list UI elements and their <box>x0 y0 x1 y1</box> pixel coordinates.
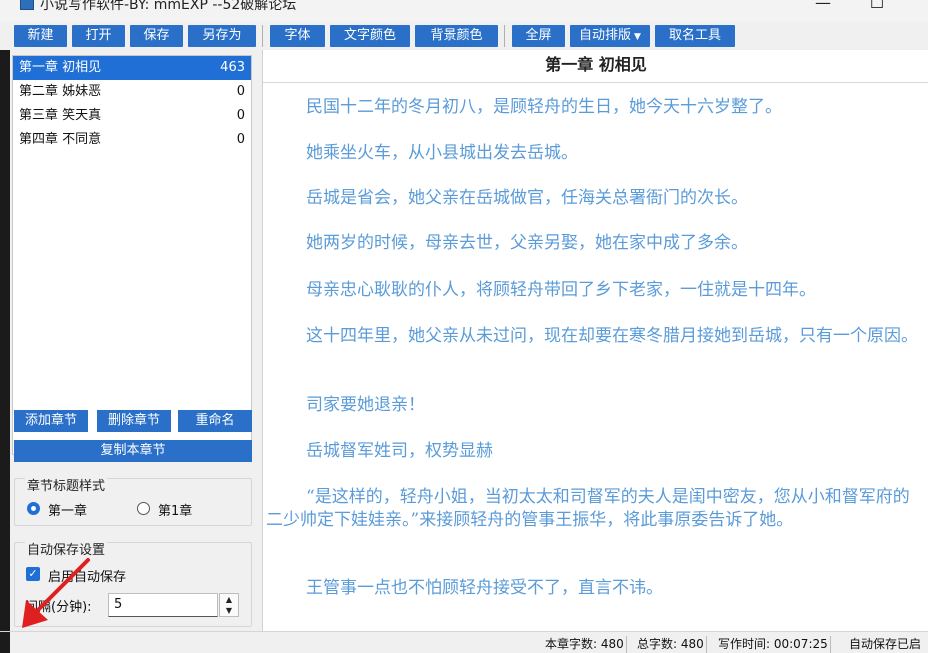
chapter-item-title: 第二章 姊妹恶 <box>19 84 102 99</box>
font-button[interactable]: 字体 <box>270 25 325 47</box>
rename-chapter-button[interactable]: 重命名 <box>178 410 252 432</box>
auto-layout-dropdown[interactable]: 自动排版 ▼ <box>570 25 650 47</box>
paragraph[interactable]: 她两岁的时候，母亲去世，父亲另娶，她在家中成了多余。 <box>266 232 926 255</box>
chapter-item-title: 第一章 初相见 <box>19 60 102 75</box>
editor-area[interactable]: 第一章 初相见 民国十二年的冬月初八，是顾轻舟的生日，她今天十六岁整了。 她乘坐… <box>262 50 928 631</box>
save-as-button[interactable]: 另存为 <box>188 25 256 47</box>
chapter-item[interactable]: 第一章 初相见 463 <box>13 56 251 80</box>
fullscreen-button[interactable]: 全屏 <box>512 25 565 47</box>
new-button[interactable]: 新建 <box>14 25 67 47</box>
chevron-up-icon[interactable]: ▲ <box>220 594 238 605</box>
writing-time: 写作时间: 00:07:25 <box>718 636 831 653</box>
interval-input[interactable]: 5 <box>108 593 218 617</box>
title-bar: 小说写作软件-BY: mmEXP --52破解论坛 — ☐ <box>0 0 928 23</box>
paragraph[interactable]: 岳城督军姓司，权势显赫 <box>266 440 926 463</box>
chapter-item-count: 0 <box>236 84 245 99</box>
chevron-down-icon: ▼ <box>634 32 641 42</box>
app-icon <box>20 0 34 10</box>
window-title: 小说写作软件-BY: mmEXP --52破解论坛 <box>40 0 297 13</box>
background-color-button[interactable]: 背景颜色 <box>415 25 498 47</box>
auto-layout-label: 自动排版 <box>579 28 632 43</box>
maximize-button[interactable]: ☐ <box>862 0 892 14</box>
paragraph[interactable]: “是这样的，轻舟小姐，当初太太和司督军的夫人是闺中密友，您从小和督军府的二少帅定… <box>266 486 926 532</box>
chevron-down-icon[interactable]: ▼ <box>220 605 238 616</box>
chapter-item[interactable]: 第四章 不同意 0 <box>13 128 251 152</box>
chapter-item-count: 463 <box>220 60 245 75</box>
chapter-list[interactable]: 第一章 初相见 463 第二章 姊妹恶 0 第三章 笑天真 0 第四章 不同意 … <box>12 55 252 455</box>
toolbar: 新建 打开 保存 另存为 字体 文字颜色 背景颜色 全屏 自动排版 ▼ 取名工具 <box>0 22 928 50</box>
left-panel: 第一章 初相见 463 第二章 姊妹恶 0 第三章 笑天真 0 第四章 不同意 … <box>0 50 262 631</box>
add-chapter-button[interactable]: 添加章节 <box>14 410 88 432</box>
chapter-item-title: 第四章 不同意 <box>19 132 102 147</box>
chapter-item-count: 0 <box>236 132 245 147</box>
delete-chapter-button[interactable]: 删除章节 <box>97 410 171 432</box>
toolbar-separator <box>262 25 263 47</box>
naming-tool-button[interactable]: 取名工具 <box>655 25 735 47</box>
text-color-button[interactable]: 文字颜色 <box>330 25 410 47</box>
chapter-word-count: 本章字数: 480 <box>545 636 627 653</box>
chapter-item[interactable]: 第三章 笑天真 0 <box>13 104 251 128</box>
save-button[interactable]: 保存 <box>130 25 183 47</box>
chapter-title: 第一章 初相见 <box>263 50 928 83</box>
window-edge <box>0 632 10 653</box>
paragraph[interactable]: 王管事一点也不怕顾轻舟接受不了，直言不讳。 <box>266 577 926 600</box>
chapter-item-count: 0 <box>236 108 245 123</box>
title-style-arabic-label: 第1章 <box>158 504 193 519</box>
toolbar-separator <box>504 25 505 47</box>
title-style-label: 章节标题样式 <box>25 475 108 494</box>
total-word-count: 总字数: 480 <box>637 636 707 653</box>
interval-stepper[interactable]: ▲ ▼ <box>219 593 239 617</box>
open-button[interactable]: 打开 <box>72 25 125 47</box>
paragraph[interactable]: 司家要她退亲！ <box>266 394 926 417</box>
paragraph[interactable]: 民国十二年的冬月初八，是顾轻舟的生日，她今天十六岁整了。 <box>266 96 926 119</box>
autosave-status: 自动保存已启 <box>849 637 922 651</box>
status-bar: 本章字数: 480 总字数: 480 写作时间: 00:07:25 自动保存已启 <box>0 631 928 653</box>
chapter-item-title: 第三章 笑天真 <box>19 108 102 123</box>
minimize-button[interactable]: — <box>808 0 838 14</box>
title-style-arabic-radio[interactable] <box>137 502 150 515</box>
paragraph[interactable]: 母亲忠心耿耿的仆人，将顾轻舟带回了乡下老家，一住就是十四年。 <box>266 279 926 302</box>
title-style-chinese-radio[interactable] <box>27 502 40 515</box>
paragraph[interactable]: 她乘坐火车，从小县城出发去岳城。 <box>266 142 926 165</box>
copy-chapter-button[interactable]: 复制本章节 <box>14 440 252 462</box>
chapter-item[interactable]: 第二章 姊妹恶 0 <box>13 80 251 104</box>
title-style-chinese-label: 第一章 <box>48 504 88 519</box>
title-style-group: 章节标题样式 第一章 第1章 <box>14 475 252 526</box>
paragraph[interactable]: 岳城是省会，她父亲在岳城做官，任海关总署衙门的次长。 <box>266 187 926 210</box>
paragraph[interactable]: 这十四年里，她父亲从未过问，现在却要在寒冬腊月接她到岳城，只有一个原因。 <box>266 325 926 348</box>
window-edge <box>0 50 10 631</box>
